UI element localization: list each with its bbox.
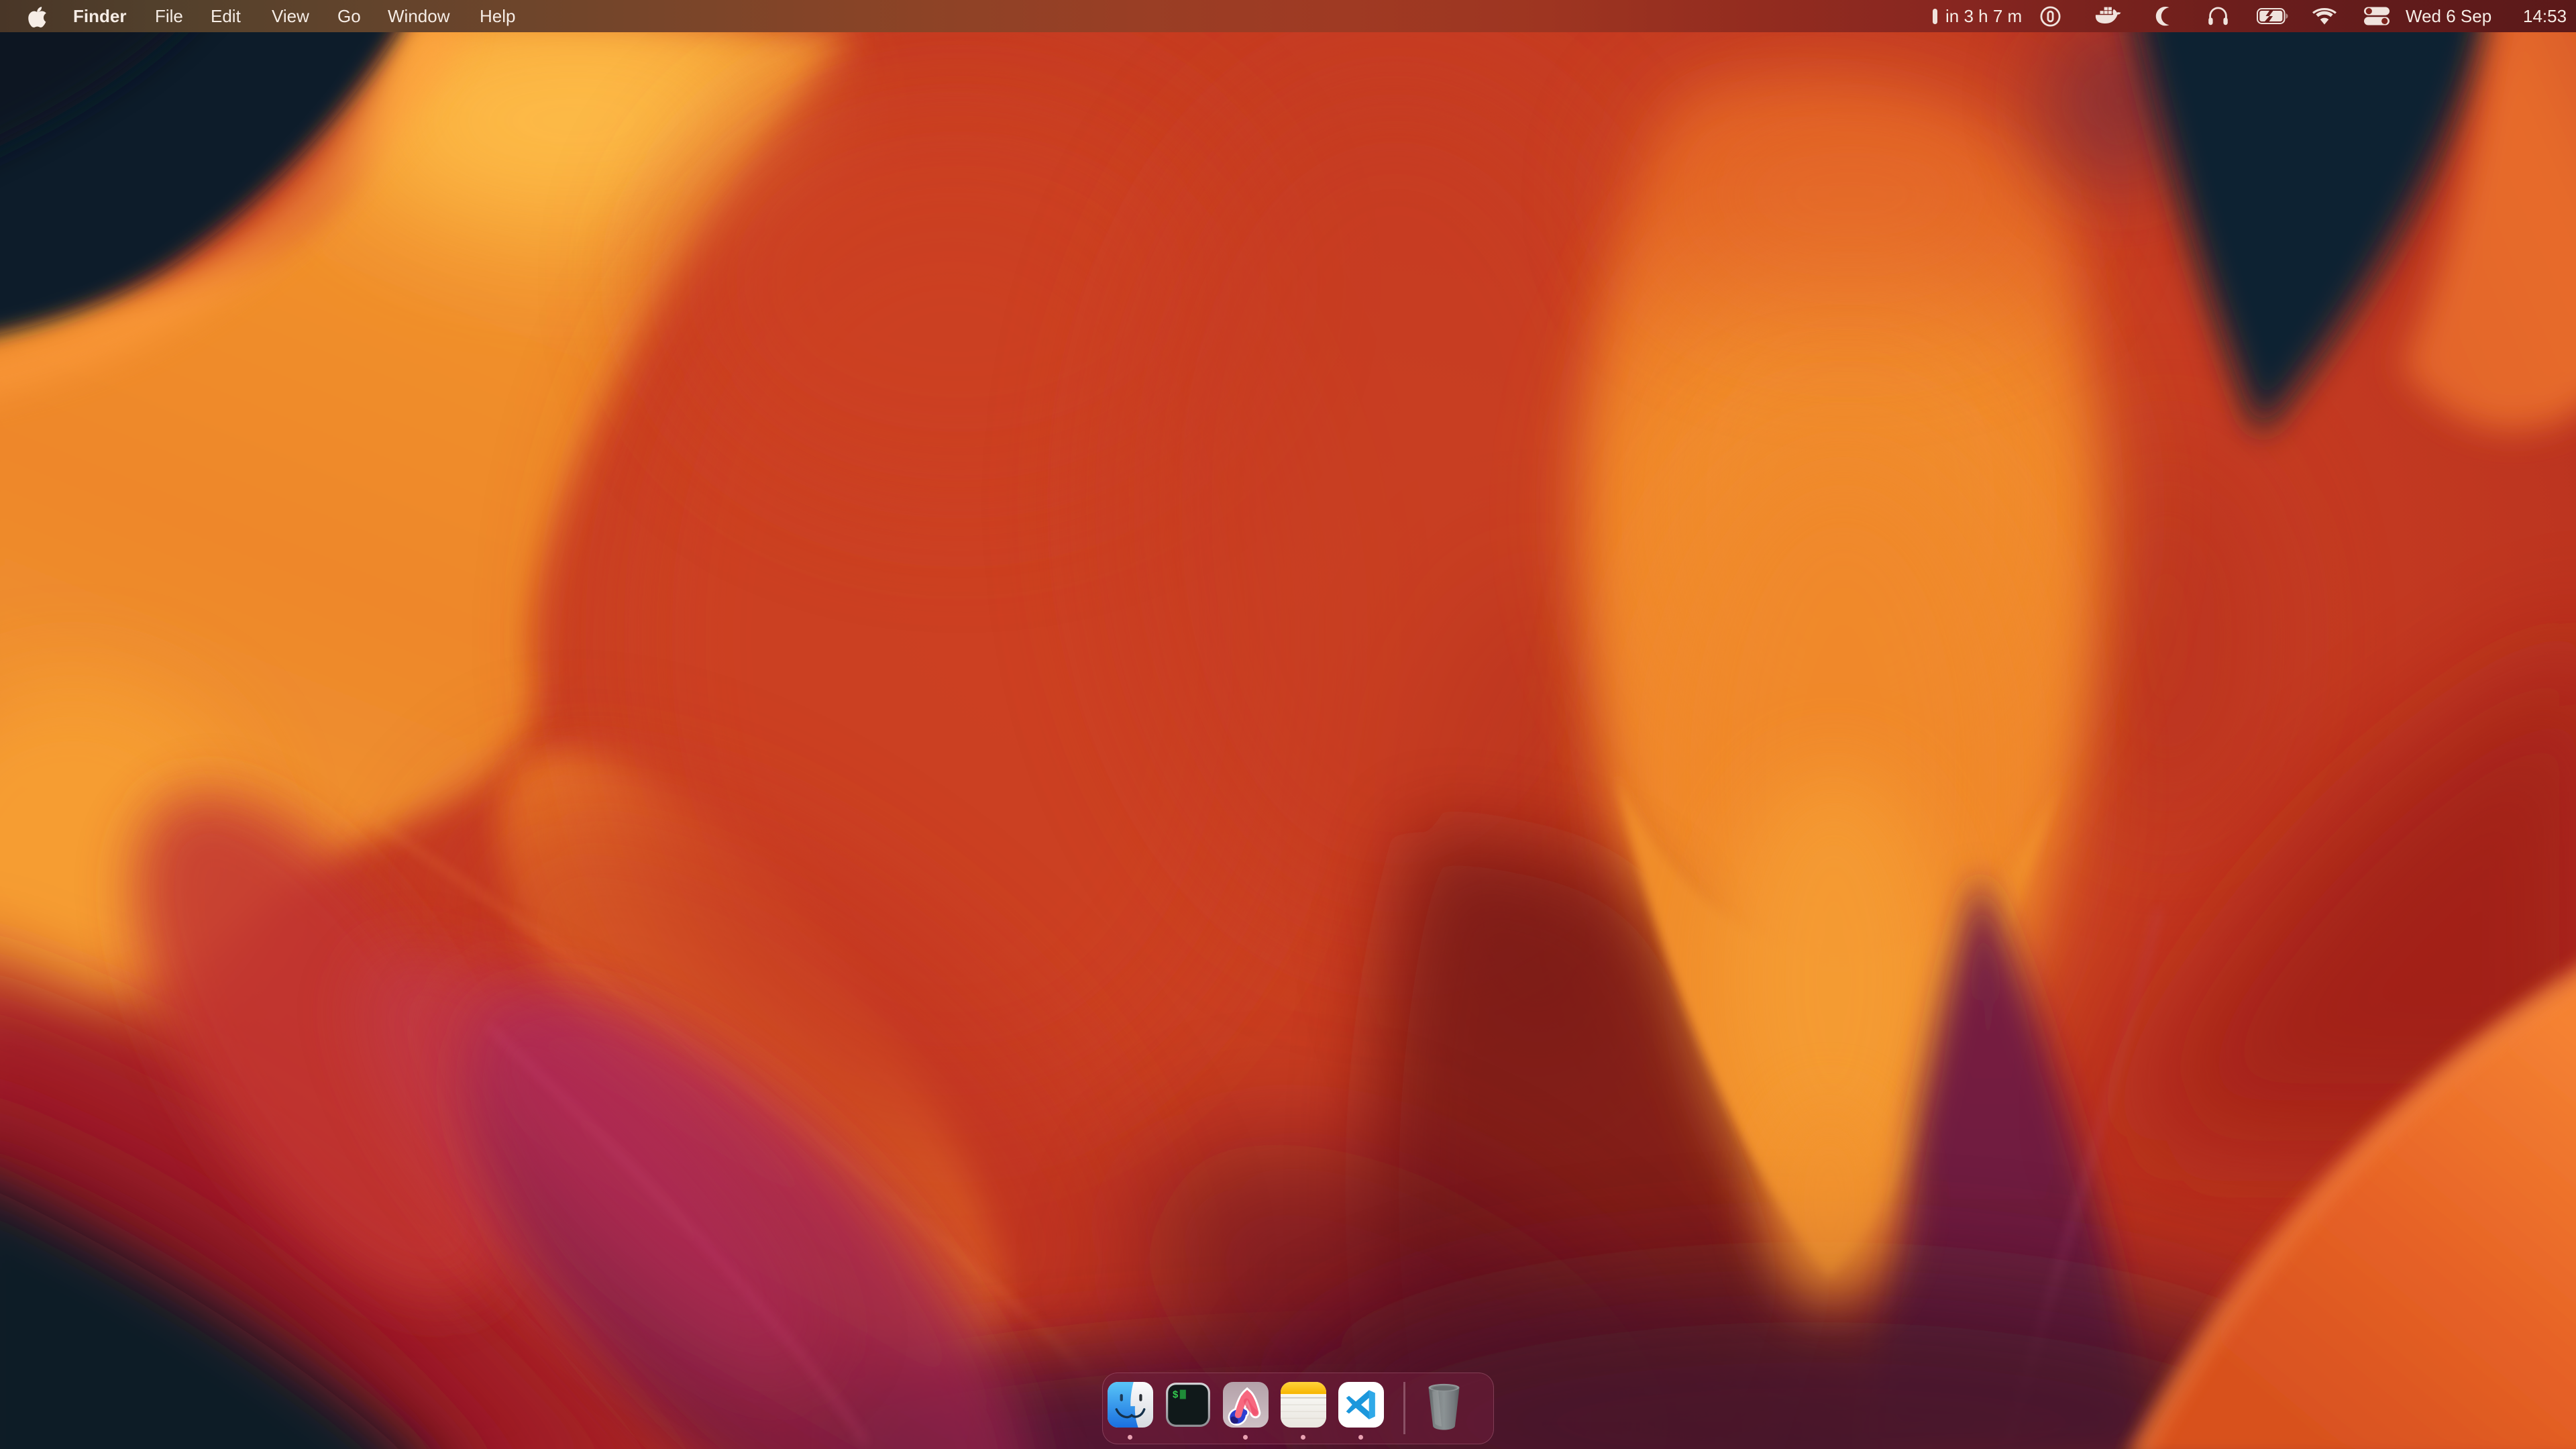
svg-text:$: $ [1173, 1390, 1179, 1401]
